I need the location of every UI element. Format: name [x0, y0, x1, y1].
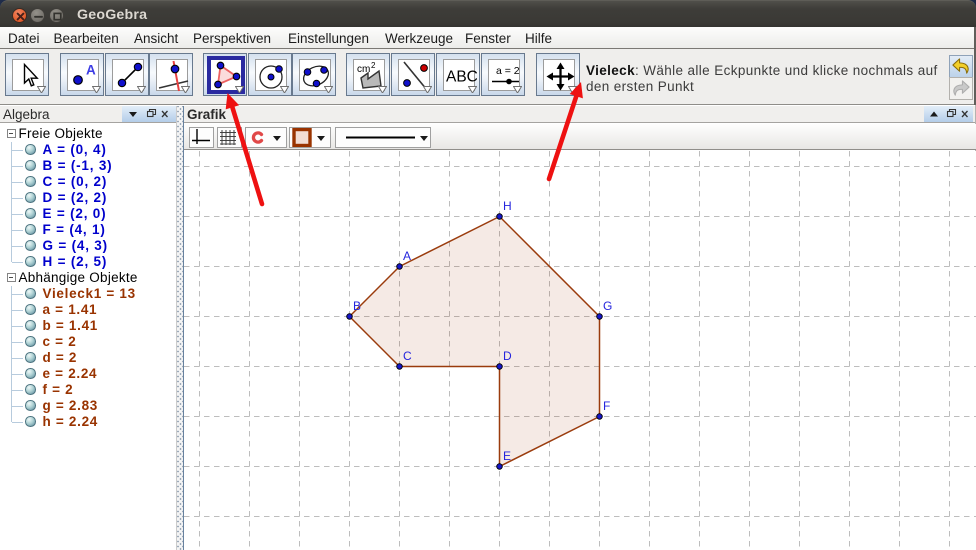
svg-text:E: E [503, 449, 511, 463]
svg-text:A: A [403, 249, 411, 263]
svg-text:D: D [503, 349, 512, 363]
svg-text:2: 2 [371, 61, 376, 70]
svg-text:ABC: ABC [446, 68, 477, 85]
svg-text:A: A [86, 62, 96, 77]
svg-text:F: F [603, 399, 610, 413]
svg-text:a = 2: a = 2 [496, 65, 520, 77]
svg-text:B: B [353, 299, 361, 313]
svg-text:G: G [603, 299, 612, 313]
svg-text:C: C [403, 349, 412, 363]
svg-text:H: H [503, 199, 512, 213]
